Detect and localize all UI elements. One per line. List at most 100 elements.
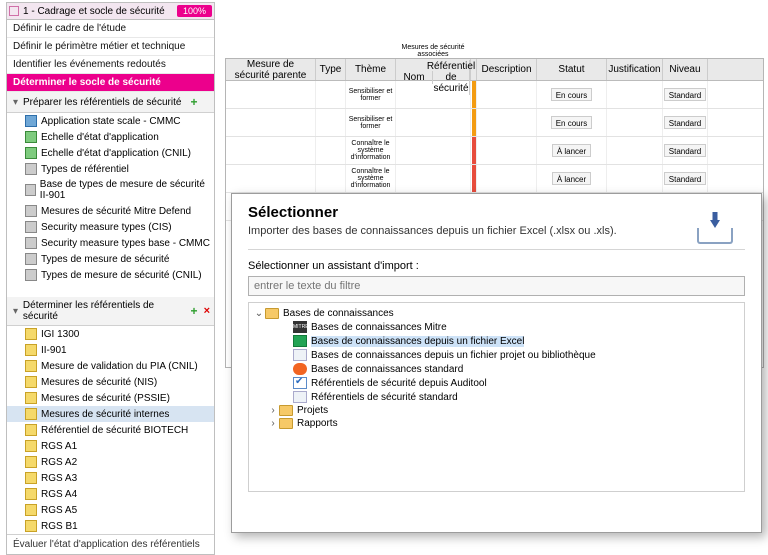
sheet-header-row: Mesure de sécurité parente Type Thème Me… [226, 59, 763, 81]
folder-icon [265, 308, 279, 319]
ref-item[interactable]: Security measure types base - CMMC [7, 235, 214, 251]
ref-icon [25, 221, 37, 233]
ref-icon [25, 147, 37, 159]
tree-item[interactable]: Référentiels de sécurité standard [253, 390, 740, 404]
collapse-icon[interactable]: ▾ [11, 97, 20, 108]
tree-item-label: Bases de connaissances depuis un fichier… [311, 336, 524, 347]
ref-label: Security measure types (CIS) [41, 222, 172, 233]
ref-item[interactable]: Echelle d'état d'application [7, 129, 214, 145]
ref-label: RGS A5 [41, 505, 77, 516]
tree-item[interactable]: Bases de connaissances standard [253, 362, 740, 376]
tree-item[interactable]: MITRE Bases de connaissances Mitre [253, 320, 740, 334]
xl-icon [293, 335, 307, 347]
ref-item[interactable]: Security measure types (CIS) [7, 219, 214, 235]
left-panel: 1 - Cadrage et socle de sécurité 100% Dé… [6, 2, 215, 555]
col-group[interactable]: Mesures de sécurité associées Nom Référe… [396, 59, 471, 80]
tree-item-label: Référentiels de sécurité standard [311, 392, 458, 403]
ref-label: RGS A1 [41, 441, 77, 452]
ref-icon [25, 472, 37, 484]
ref-item[interactable]: Types de référentiel [7, 161, 214, 177]
ref-item[interactable]: RGS B1 [7, 518, 214, 534]
ref-label: Mesures de sécurité Mitre Defend [41, 206, 191, 217]
ref-item[interactable]: Mesures de sécurité internes [7, 406, 214, 422]
ref-item[interactable]: RGS A3 [7, 470, 214, 486]
chevron-down-icon[interactable]: ⌄ [253, 308, 265, 319]
table-row[interactable]: Connaître le système d'informationÀ lanc… [226, 165, 763, 193]
ref-item[interactable]: IGI 1300 [7, 326, 214, 342]
ref-label: Mesure de validation du PIA (CNIL) [41, 361, 198, 372]
ref-item[interactable]: Mesure de validation du PIA (CNIL) [7, 358, 214, 374]
ref-label: Application state scale - CMMC [41, 116, 181, 127]
ref-item[interactable]: RGS A2 [7, 454, 214, 470]
section-preparer[interactable]: ▾ Préparer les référentiels de sécurité … [7, 92, 214, 113]
col-desc[interactable]: Description [477, 59, 537, 80]
evaluate-link[interactable]: Évaluer l'état d'application des référen… [7, 534, 214, 554]
col-niv[interactable]: Niveau [663, 59, 708, 80]
task-perimetre[interactable]: Définir le périmètre métier et technique [7, 38, 214, 56]
ref-item[interactable]: Référentiel de sécurité BIOTECH [7, 422, 214, 438]
ref-item[interactable]: II-901 [7, 342, 214, 358]
delete-icon[interactable]: × [204, 305, 210, 317]
collapse-icon[interactable]: ▾ [11, 306, 20, 317]
ref-label: IGI 1300 [41, 329, 79, 340]
ref-item[interactable]: RGS A1 [7, 438, 214, 454]
ref-label: RGS A3 [41, 473, 77, 484]
tree-item-label: Bases de connaissances Mitre [311, 322, 447, 333]
ref-item[interactable]: Types de mesure de sécurité (CNIL) [7, 267, 214, 283]
add-icon[interactable]: + [191, 304, 198, 318]
ref-label: Types de mesure de sécurité (CNIL) [41, 270, 202, 281]
ref-item[interactable]: RGS A4 [7, 486, 214, 502]
table-row[interactable]: Connaître le système d'informationÀ lanc… [226, 137, 763, 165]
ref-item[interactable]: Mesures de sécurité Mitre Defend [7, 203, 214, 219]
ref-icon [25, 237, 37, 249]
tree-item[interactable]: Bases de connaissances depuis un fichier… [253, 334, 740, 348]
ref-icon [25, 253, 37, 265]
select-label: Sélectionner un assistant d'import : [248, 260, 745, 272]
col-theme[interactable]: Thème [346, 59, 396, 80]
mitre-icon: MITRE [293, 321, 307, 333]
ref-item[interactable]: Application state scale - CMMC [7, 113, 214, 129]
dialog-subtitle: Importer des bases de connaissances depu… [248, 225, 745, 237]
ref-item[interactable]: RGS A5 [7, 502, 214, 518]
col-just[interactable]: Justification [607, 59, 663, 80]
col-type[interactable]: Type [316, 59, 346, 80]
ref-label: II-901 [41, 345, 67, 356]
tree-projets[interactable]: › Projets [253, 404, 740, 417]
tree-item-label: Bases de connaissances standard [311, 364, 463, 375]
import-dialog: Sélectionner Importer des bases de conna… [231, 193, 762, 533]
section-determiner[interactable]: ▾ Déterminer les référentiels de sécurit… [7, 297, 214, 326]
filter-input[interactable] [248, 276, 745, 296]
ref-icon [25, 376, 37, 388]
table-row[interactable]: Sensibiliser et formerEn coursStandard [226, 81, 763, 109]
tree-root[interactable]: ⌄ Bases de connaissances [253, 307, 740, 320]
tree-rapports[interactable]: › Rapports [253, 417, 740, 430]
ref-label: Security measure types base - CMMC [41, 238, 210, 249]
task-socle[interactable]: Déterminer le socle de sécurité [7, 74, 214, 92]
progress-badge: 100% [177, 5, 212, 17]
table-row[interactable]: Sensibiliser et formerEn coursStandard [226, 109, 763, 137]
task-cadre[interactable]: Définir le cadre de l'étude [7, 20, 214, 38]
doc-icon [293, 391, 307, 403]
ref-item[interactable]: Echelle d'état d'application (CNIL) [7, 145, 214, 161]
import-tree[interactable]: ⌄ Bases de connaissances MITRE Bases de c… [248, 302, 745, 492]
ref-icon [25, 392, 37, 404]
ref-item[interactable]: Types de mesure de sécurité [7, 251, 214, 267]
ref-label: RGS B1 [41, 521, 78, 532]
ref-item[interactable]: Base de types de mesure de sécurité II-9… [7, 177, 214, 203]
ref-label: RGS A4 [41, 489, 77, 500]
chevron-right-icon[interactable]: › [267, 405, 279, 416]
ref-icon [25, 360, 37, 372]
chevron-right-icon[interactable]: › [267, 418, 279, 429]
tree-item[interactable]: Bases de connaissances depuis un fichier… [253, 348, 740, 362]
task-evenements[interactable]: Identifier les événements redoutés [7, 56, 214, 74]
add-icon[interactable]: + [191, 95, 198, 109]
col-parent[interactable]: Mesure de sécurité parente [226, 59, 316, 80]
ref-item[interactable]: Mesures de sécurité (NIS) [7, 374, 214, 390]
import-icon [697, 212, 733, 244]
tree-item[interactable]: Référentiels de sécurité depuis Auditool [253, 376, 740, 390]
col-stat[interactable]: Statut [537, 59, 607, 80]
ref-icon [25, 163, 37, 175]
ref-icon [25, 424, 37, 436]
ref-icon [25, 205, 37, 217]
ref-item[interactable]: Mesures de sécurité (PSSIE) [7, 390, 214, 406]
